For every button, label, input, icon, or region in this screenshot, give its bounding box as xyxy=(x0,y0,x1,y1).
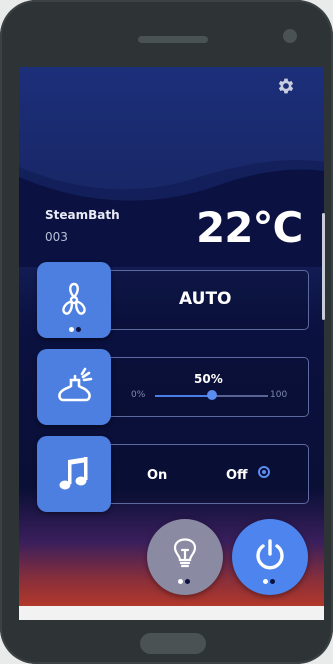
steam-slider-knob[interactable] xyxy=(206,390,217,400)
light-indicator xyxy=(178,579,192,584)
device-title: SteamBath xyxy=(45,208,120,222)
music-tile[interactable] xyxy=(37,436,111,512)
scrollbar[interactable] xyxy=(322,213,325,320)
steam-level-label: 50% xyxy=(194,372,223,386)
fan-tile[interactable] xyxy=(37,262,111,338)
music-on-option[interactable]: On xyxy=(147,468,167,483)
gear-icon[interactable] xyxy=(276,76,296,96)
music-off-radio[interactable] xyxy=(258,466,270,478)
phone-speaker xyxy=(138,36,208,43)
screen-bottom-bar xyxy=(19,606,324,620)
fan-mode-label[interactable]: AUTO xyxy=(179,289,232,309)
power-icon xyxy=(252,537,288,577)
light-button[interactable] xyxy=(147,519,223,595)
device-subtitle: 003 xyxy=(45,230,68,244)
fan-icon xyxy=(54,280,94,320)
temperature-readout: 22°C xyxy=(196,203,303,252)
steam-tile[interactable] xyxy=(37,349,111,425)
slider-max-label: 100 xyxy=(270,390,288,400)
power-indicator xyxy=(263,579,277,584)
fan-tile-indicator xyxy=(69,327,83,332)
music-off-option[interactable]: Off xyxy=(226,468,248,483)
steam-slider-fill xyxy=(155,395,212,397)
power-button[interactable] xyxy=(232,519,308,595)
phone-camera xyxy=(283,29,297,43)
steam-panel xyxy=(94,357,309,417)
steam-icon xyxy=(53,366,95,408)
light-bulb-icon xyxy=(172,538,198,576)
music-note-icon xyxy=(56,454,92,494)
slider-min-label: 0% xyxy=(131,390,146,400)
home-button[interactable] xyxy=(140,633,206,654)
music-panel xyxy=(94,444,309,504)
